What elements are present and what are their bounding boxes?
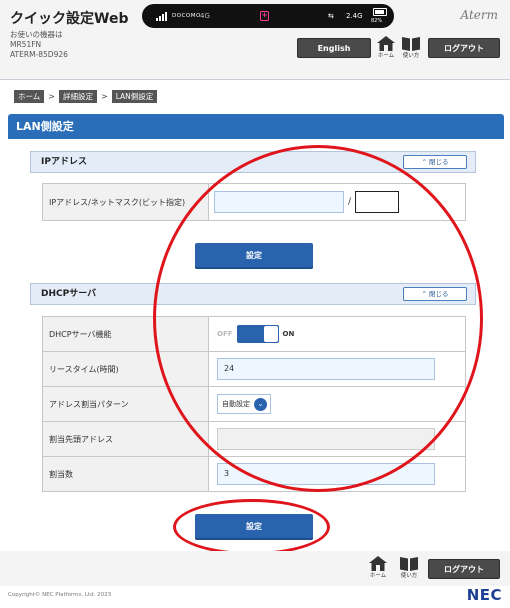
ip-collapse-button[interactable]: ⌃ 閉じる xyxy=(403,155,467,169)
footer-home-label: ホーム xyxy=(369,573,387,579)
english-button[interactable]: English xyxy=(297,38,371,58)
chevron-up-icon: ⌃ xyxy=(421,158,427,166)
device-caption: お使いの機器は xyxy=(10,30,63,39)
book-icon xyxy=(400,557,418,571)
home-icon xyxy=(369,556,387,571)
ip-section-title: IPアドレス xyxy=(41,157,87,167)
device-ssid: ATERM-85D926 xyxy=(10,50,68,59)
device-model: MR51FN xyxy=(10,40,42,49)
start-address-label: 割当先頭アドレス xyxy=(43,422,209,456)
home-button[interactable]: ホーム xyxy=(373,36,399,59)
breadcrumb-separator: > xyxy=(100,91,108,101)
annotation-circle-small xyxy=(173,499,330,555)
status-bar: DOCOMO 4G + ⇆ 2.4G 82% xyxy=(142,4,394,28)
annotation-circle-large xyxy=(153,145,483,492)
device-info: お使いの機器は MR51FN ATERM-85D926 xyxy=(10,30,68,60)
signal-strength-icon xyxy=(156,12,170,21)
ip-collapse-label: 閉じる xyxy=(429,158,449,166)
battery-icon xyxy=(373,8,387,16)
network-type: 4G xyxy=(200,12,210,20)
carrier-name: DOCOMO xyxy=(172,13,201,19)
nec-logo: NEC xyxy=(466,586,502,604)
dhcp-section-title: DHCPサーバ xyxy=(41,289,97,299)
footer-bar: ホーム 使い方 ログアウト xyxy=(0,551,510,586)
footer-help-button[interactable]: 使い方 xyxy=(396,556,422,579)
sim-status-icon: + xyxy=(260,11,269,21)
app-title: クイック設定Web xyxy=(10,11,129,27)
home-label: ホーム xyxy=(377,53,395,59)
wifi-band: 2.4G xyxy=(346,12,363,20)
help-label: 使い方 xyxy=(402,53,420,59)
usb-icon: ⇆ xyxy=(328,12,334,20)
book-icon xyxy=(402,37,420,51)
help-button[interactable]: 使い方 xyxy=(398,36,424,59)
page-title: LAN側設定 xyxy=(8,114,504,139)
breadcrumb: ホーム > 詳細設定 > LAN側設定 xyxy=(14,89,158,103)
count-label: 割当数 xyxy=(43,457,209,491)
breadcrumb-current: LAN側設定 xyxy=(111,89,158,103)
brand-logo: Aterm xyxy=(460,8,499,22)
footer-home-button[interactable]: ホーム xyxy=(365,556,391,579)
breadcrumb-separator: > xyxy=(48,91,55,101)
copyright: Copyright© NEC Platforms, Ltd. 2023 xyxy=(8,592,112,598)
breadcrumb-home[interactable]: ホーム xyxy=(14,89,45,103)
battery-percent: 82% xyxy=(371,18,383,24)
header: クイック設定Web お使いの機器は MR51FN ATERM-85D926 DO… xyxy=(0,0,510,80)
footer-help-label: 使い方 xyxy=(400,573,418,579)
ip-field-label: IPアドレス/ネットマスク(ビット指定) xyxy=(43,184,209,220)
home-icon xyxy=(377,36,395,51)
footer-logout-button[interactable]: ログアウト xyxy=(428,559,500,579)
breadcrumb-advanced[interactable]: 詳細設定 xyxy=(58,89,97,103)
logout-button[interactable]: ログアウト xyxy=(428,38,500,58)
